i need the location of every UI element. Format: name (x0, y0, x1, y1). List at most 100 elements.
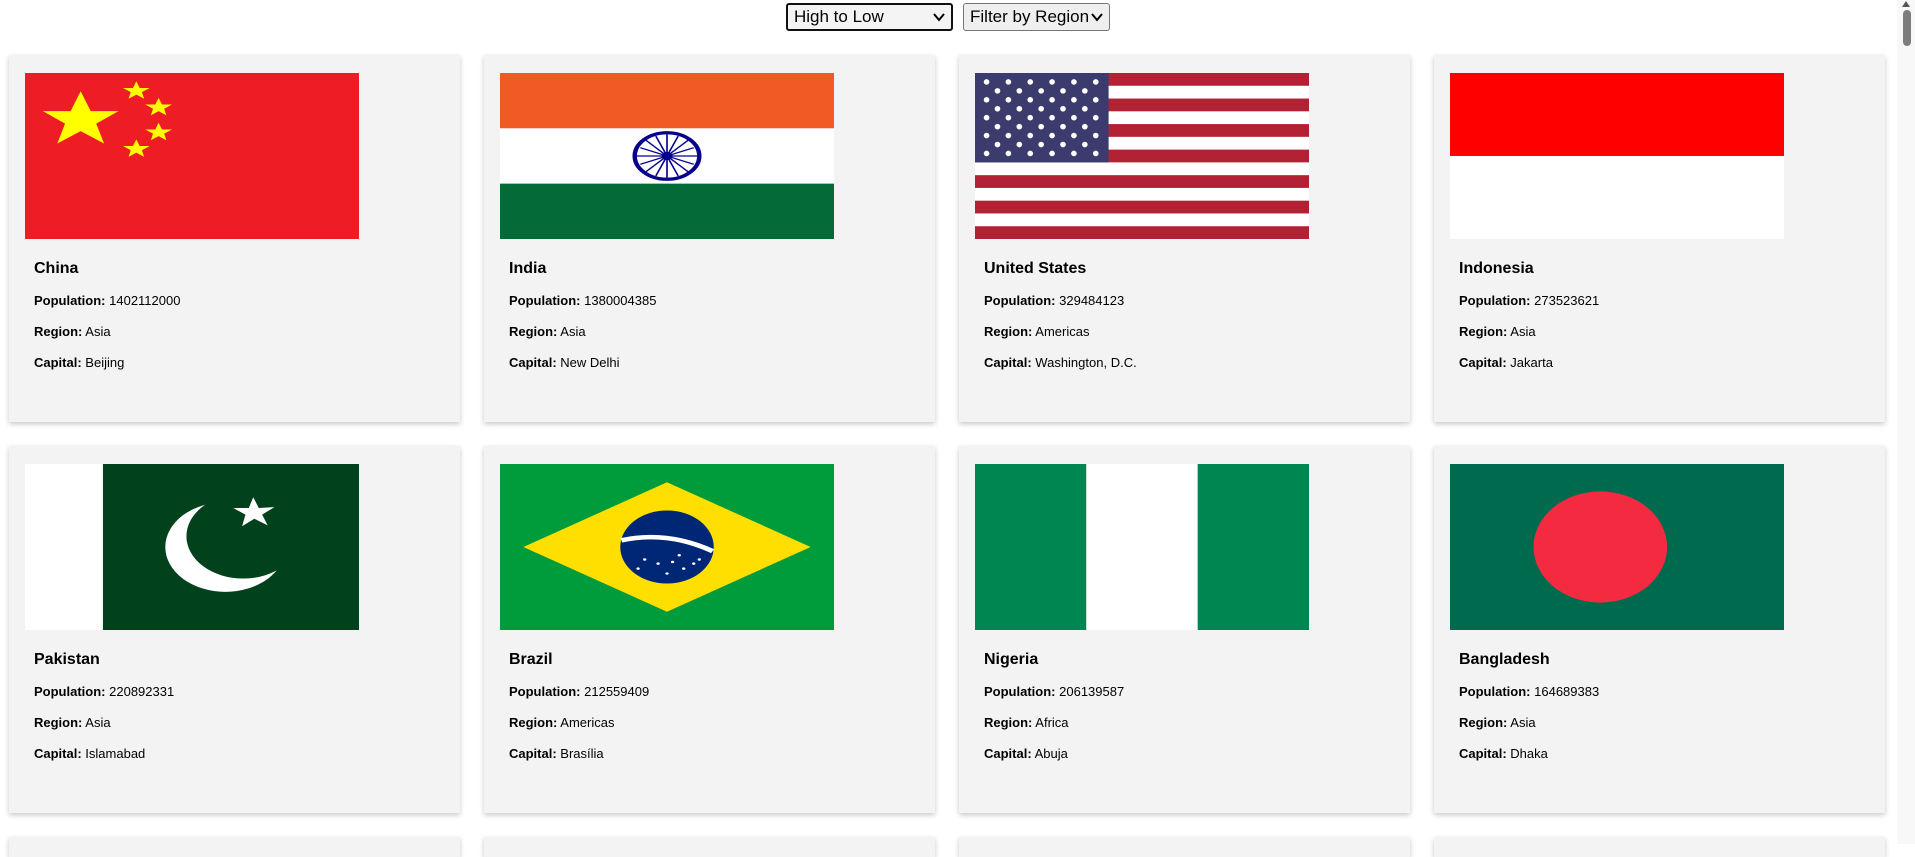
india-flag-icon (500, 73, 834, 239)
capital-row: Capital: Abuja (984, 745, 1124, 763)
region-row: Region: Asia (34, 714, 174, 732)
region-label: Region: (509, 324, 558, 339)
capital-value: Abuja (1034, 746, 1068, 761)
population-row: Population: 206139587 (984, 683, 1124, 701)
scrollbar-thumb[interactable] (1903, 10, 1911, 46)
population-label: Population: (509, 684, 581, 699)
country-card[interactable] (9, 837, 460, 857)
capital-row: Capital: Dhaka (1459, 745, 1599, 763)
country-name: Pakistan (34, 651, 100, 668)
nigeria-flag-icon (975, 464, 1309, 630)
capital-value: Brasília (560, 746, 604, 761)
population-label: Population: (34, 684, 106, 699)
population-row: Population: 164689383 (1459, 683, 1599, 701)
region-value: Africa (1035, 715, 1069, 730)
vertical-scrollbar[interactable] (1897, 0, 1915, 844)
sort-select[interactable]: High to Low (786, 3, 953, 31)
china-flag-icon (25, 73, 359, 239)
region-label: Region: (984, 715, 1033, 730)
toolbar: High to Low Filter by Region (0, 2, 1896, 32)
capital-label: Capital: (1459, 746, 1507, 761)
population-value: 220892331 (109, 684, 175, 699)
population-label: Population: (1459, 293, 1531, 308)
sort-select-value: High to Low (794, 7, 884, 26)
country-card[interactable]: China Population: 1402112000 Region: Asi… (9, 55, 460, 422)
region-row: Region: Asia (34, 323, 180, 341)
capital-row: Capital: Islamabad (34, 745, 174, 763)
capital-row: Capital: Brasília (509, 745, 649, 763)
population-row: Population: 212559409 (509, 683, 649, 701)
population-value: 329484123 (1059, 293, 1125, 308)
capital-row: Capital: Beijing (34, 354, 180, 372)
brazil-flag-icon (500, 464, 834, 630)
population-row: Population: 1402112000 (34, 292, 180, 310)
country-name: Nigeria (984, 651, 1039, 668)
pakistan-flag-icon (25, 464, 359, 630)
country-card[interactable]: Indonesia Population: 273523621 Region: … (1434, 55, 1885, 422)
capital-row: Capital: Washington, D.C. (984, 354, 1137, 372)
region-row: Region: Asia (1459, 714, 1599, 732)
region-value: Americas (560, 715, 615, 730)
region-row: Region: Africa (984, 714, 1124, 732)
country-card[interactable]: Bangladesh Population: 164689383 Region:… (1434, 446, 1885, 813)
country-card[interactable]: Pakistan Population: 220892331 Region: A… (9, 446, 460, 813)
country-name: Brazil (509, 651, 553, 668)
scroll-up-arrow-icon[interactable] (1901, 0, 1911, 8)
usa-flag-icon (975, 73, 1309, 239)
population-row: Population: 1380004385 (509, 292, 656, 310)
country-name: United States (984, 260, 1087, 277)
country-name: Bangladesh (1459, 651, 1550, 668)
population-value: 164689383 (1534, 684, 1600, 699)
region-value: Asia (1510, 715, 1536, 730)
next-row-cards (9, 837, 1885, 857)
region-label: Region: (34, 324, 83, 339)
capital-label: Capital: (1459, 355, 1507, 370)
capital-label: Capital: (34, 355, 82, 370)
region-row: Region: Asia (509, 323, 656, 341)
capital-row: Capital: New Delhi (509, 354, 656, 372)
population-value: 1380004385 (584, 293, 657, 308)
population-label: Population: (1459, 684, 1531, 699)
region-value: Asia (85, 715, 111, 730)
capital-value: Dhaka (1510, 746, 1548, 761)
population-value: 206139587 (1059, 684, 1125, 699)
country-card[interactable] (959, 837, 1410, 857)
indonesia-flag-icon (1450, 73, 1784, 239)
region-row: Region: Asia (1459, 323, 1599, 341)
population-label: Population: (984, 684, 1056, 699)
region-value: Asia (560, 324, 586, 339)
region-label: Region: (984, 324, 1033, 339)
country-name: Indonesia (1459, 260, 1534, 277)
population-label: Population: (34, 293, 106, 308)
region-label: Region: (34, 715, 83, 730)
population-row: Population: 329484123 (984, 292, 1137, 310)
capital-value: Islamabad (85, 746, 146, 761)
population-row: Population: 273523621 (1459, 292, 1599, 310)
capital-row: Capital: Jakarta (1459, 354, 1599, 372)
capital-value: New Delhi (560, 355, 620, 370)
country-grid: China Population: 1402112000 Region: Asi… (9, 55, 1885, 813)
region-value: Americas (1035, 324, 1090, 339)
region-select-value: Filter by Region (970, 7, 1090, 26)
country-card[interactable]: Brazil Population: 212559409 Region: Ame… (484, 446, 935, 813)
country-card[interactable] (1434, 837, 1885, 857)
population-value: 273523621 (1534, 293, 1600, 308)
country-card[interactable] (484, 837, 935, 857)
chevron-down-icon (933, 13, 945, 22)
chevron-down-icon (1091, 13, 1103, 22)
population-label: Population: (984, 293, 1056, 308)
capital-label: Capital: (984, 746, 1032, 761)
country-card[interactable]: United States Population: 329484123 Regi… (959, 55, 1410, 422)
region-value: Asia (1510, 324, 1536, 339)
region-label: Region: (1459, 715, 1508, 730)
country-name: India (509, 260, 547, 277)
country-card[interactable]: India Population: 1380004385 Region: Asi… (484, 55, 935, 422)
country-card[interactable]: Nigeria Population: 206139587 Region: Af… (959, 446, 1410, 813)
capital-label: Capital: (984, 355, 1032, 370)
region-filter-select[interactable]: Filter by Region (963, 3, 1110, 31)
region-row: Region: Americas (984, 323, 1137, 341)
region-label: Region: (1459, 324, 1508, 339)
country-name: China (34, 260, 79, 277)
region-label: Region: (509, 715, 558, 730)
capital-value: Beijing (85, 355, 125, 370)
